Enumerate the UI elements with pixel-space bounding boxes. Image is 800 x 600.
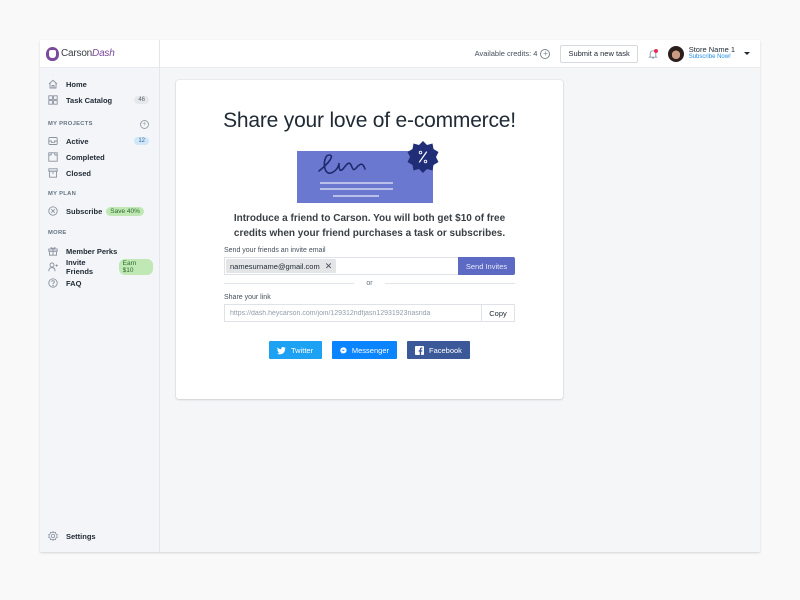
messenger-icon [340, 346, 347, 354]
add-credits-icon[interactable]: + [540, 48, 551, 59]
check-illustration-icon [296, 141, 438, 203]
facebook-share-button[interactable]: Facebook [407, 341, 470, 359]
section-title-more: MORE [48, 230, 67, 236]
circle-x-icon [48, 206, 58, 216]
count-badge: 12 [134, 137, 149, 145]
email-chip-text: namesurname@gmail.com [230, 261, 320, 271]
email-chip: namesurname@gmail.com ✕ [226, 259, 337, 273]
twitter-icon [277, 346, 286, 354]
sidebar-item-label: Home [66, 79, 87, 89]
or-divider: or [224, 280, 516, 287]
sidebar-item-subscribe[interactable]: Subscribe Save 40% [46, 203, 153, 219]
sidebar: CarsonDash Home Task Catalog 46 MY PROJE… [40, 40, 160, 552]
sidebar-item-label: Active [66, 136, 89, 146]
app-window: CarsonDash Home Task Catalog 46 MY PROJE… [40, 40, 760, 552]
logo[interactable]: CarsonDash [40, 40, 159, 68]
sidebar-item-active[interactable]: Active 12 [46, 133, 153, 149]
sidebar-item-label: Member Perks [66, 246, 118, 256]
referral-card: Share your love of e-commerce! Introduce… [176, 80, 563, 399]
grid-icon [48, 95, 58, 105]
credits-indicator: Available credits: 4 + [474, 48, 551, 59]
messenger-share-button[interactable]: Messenger [332, 341, 397, 359]
intro-text: Introduce a friend to Carson. You will b… [233, 213, 506, 239]
chevron-down-icon[interactable] [744, 52, 750, 55]
add-project-icon[interactable]: + [140, 119, 149, 129]
sidebar-item-faq[interactable]: FAQ [46, 275, 153, 291]
invite-form: Send your friends an invite email namesu… [224, 247, 516, 322]
page-title: Share your love of e-commerce! [223, 109, 516, 132]
sidebar-item-label: Closed [66, 168, 92, 178]
sidebar-item-label: FAQ [66, 278, 82, 288]
sidebar-item-label: Settings [66, 531, 96, 541]
section-title-projects: MY PROJECTS + [40, 117, 159, 131]
link-label: Share your link [224, 294, 271, 301]
submit-task-button[interactable]: Submit a new task [560, 44, 638, 63]
sidebar-item-closed[interactable]: Closed [46, 165, 153, 181]
sidebar-item-label: Invite Friends [66, 258, 94, 276]
sidebar-item-home[interactable]: Home [46, 76, 153, 92]
avatar [667, 45, 684, 62]
count-badge: 46 [134, 96, 149, 104]
inbox-icon [48, 136, 58, 146]
sidebar-item-invite-friends[interactable]: Invite Friends Earn $10 [46, 258, 153, 276]
logo-text: CarsonDash [61, 48, 115, 59]
archive-icon [48, 168, 58, 178]
subscribe-now-link[interactable]: Subscribe Now! [689, 54, 735, 61]
carson-logo-icon [46, 46, 59, 61]
sidebar-item-task-catalog[interactable]: Task Catalog 46 [46, 92, 153, 108]
save-badge: Save 40% [106, 206, 144, 216]
sidebar-item-completed[interactable]: Completed [46, 149, 153, 165]
or-label: or [366, 280, 373, 287]
topbar: Available credits: 4 + Submit a new task… [160, 40, 760, 68]
sidebar-item-label: Completed [66, 152, 105, 162]
email-label: Send your friends an invite email [224, 247, 326, 254]
share-link-input[interactable] [224, 304, 482, 322]
notification-bell-icon[interactable] [647, 48, 658, 59]
notification-dot [653, 48, 658, 53]
close-icon[interactable]: ✕ [325, 261, 333, 272]
twitter-share-button[interactable]: Twitter [269, 341, 322, 359]
gift-icon [48, 246, 58, 256]
question-icon [48, 278, 58, 288]
send-invites-button[interactable]: Send Invites [458, 257, 515, 275]
home-icon [48, 79, 58, 89]
gear-icon [48, 531, 58, 541]
sidebar-item-settings[interactable]: Settings [46, 528, 153, 544]
store-name: Store Name 1 [688, 45, 735, 55]
sidebar-item-label: Subscribe [66, 206, 103, 216]
email-field[interactable]: namesurname@gmail.com ✕ [224, 257, 458, 275]
user-menu[interactable]: Store Name 1 Subscribe Now! [667, 45, 750, 62]
share-buttons: Twitter Messenger Facebook [269, 341, 470, 359]
sidebar-item-member-perks[interactable]: Member Perks [46, 243, 153, 259]
completed-box-icon [48, 152, 58, 162]
credits-label: Available credits: 4 [474, 49, 538, 58]
add-user-icon [48, 262, 58, 272]
earn-badge: Earn $10 [118, 259, 153, 275]
main-area: Available credits: 4 + Submit a new task… [160, 40, 760, 552]
section-title-plan: MY PLAN [48, 191, 77, 197]
facebook-icon [415, 345, 424, 355]
copy-button[interactable]: Copy [481, 304, 515, 322]
sidebar-item-label: Task Catalog [66, 95, 113, 105]
